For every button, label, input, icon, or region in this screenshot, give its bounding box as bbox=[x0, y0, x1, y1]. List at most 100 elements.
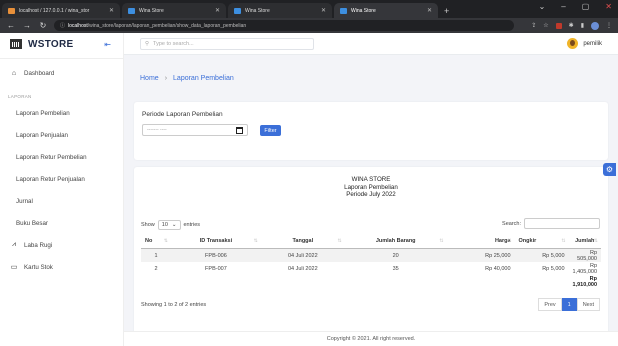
sidebar-item-dashboard[interactable]: ⌂ Dashboard bbox=[0, 62, 123, 84]
period-month-input[interactable]: ------- ---- bbox=[142, 124, 248, 136]
sidebar-item-laba-rugi[interactable]: ⩘ Laba Rugi bbox=[0, 234, 123, 256]
sort-icon: ⇅ bbox=[593, 238, 598, 244]
search-icon: ⚲ bbox=[145, 40, 150, 47]
close-tab-icon[interactable]: ✕ bbox=[109, 7, 114, 14]
sidepanel-icon[interactable]: ▮ bbox=[581, 22, 584, 29]
sidebar-item-jurnal[interactable]: Jurnal bbox=[0, 190, 123, 212]
back-icon[interactable]: ← bbox=[6, 21, 16, 30]
col-harga[interactable]: Harga ⇅ bbox=[446, 234, 515, 249]
report-period: Periode July 2022 bbox=[346, 191, 396, 198]
share-icon[interactable]: ⇪ bbox=[531, 22, 536, 29]
sort-icon: ⇅ bbox=[253, 238, 258, 244]
browser-tab-wina-store-2[interactable]: Wina Store ✕ bbox=[228, 3, 332, 18]
menu-icon[interactable]: ⋮ bbox=[606, 22, 612, 29]
minimize-icon[interactable]: – bbox=[561, 2, 565, 11]
maximize-icon[interactable]: ▢ bbox=[582, 2, 590, 11]
browser-tab-wina-store-active[interactable]: Wina Store ✕ bbox=[334, 3, 438, 18]
filter-card: Periode Laporan Pembelian ------- ---- F… bbox=[134, 102, 608, 160]
table-total-row: Rp 1,910,000 bbox=[141, 275, 601, 289]
browser-tab-phpmyadmin[interactable]: localhost / 127.0.0.1 / wina_stor ✕ bbox=[2, 3, 120, 18]
chevron-right-icon: › bbox=[164, 75, 168, 82]
divider bbox=[0, 58, 123, 59]
avatar bbox=[567, 38, 579, 49]
table-info: Showing 1 to 2 of 2 entries bbox=[141, 302, 207, 308]
table-search-input[interactable] bbox=[524, 218, 600, 229]
wina-store-favicon-icon bbox=[128, 7, 135, 14]
table-search: Search: bbox=[502, 218, 600, 229]
breadcrumb-current: Laporan Pembelian bbox=[173, 75, 234, 82]
table-row: 1 FPB-006 04 Juli 2022 20 Rp 25,000 Rp 5… bbox=[141, 248, 601, 262]
entries-select[interactable]: 10 ⌄ bbox=[157, 220, 181, 230]
col-id-transaksi[interactable]: ID Transaksi ⇅ bbox=[170, 234, 261, 249]
username: pemilik bbox=[583, 40, 602, 47]
filter-button[interactable]: Filter bbox=[260, 125, 281, 136]
store-logo-icon bbox=[10, 39, 22, 49]
sidebar-item-buku-besar[interactable]: Buku Besar bbox=[0, 212, 123, 234]
sort-icon: ⇅ bbox=[561, 238, 566, 244]
report-store: WINA STORE bbox=[351, 176, 391, 183]
sidebar-item-kartu-stok[interactable]: ▭ Kartu Stok bbox=[0, 256, 123, 278]
sidebar-item-laporan-retur-penjualan[interactable]: Laporan Retur Penjualan bbox=[0, 168, 123, 190]
footer: Copyright © 2021. All right reserved. bbox=[124, 331, 618, 346]
sidebar-toggle-icon[interactable]: ⇤ bbox=[104, 40, 111, 49]
col-no[interactable]: No ⇅ bbox=[141, 234, 171, 249]
breadcrumb-home[interactable]: Home bbox=[140, 75, 159, 82]
pagination-prev[interactable]: Prev bbox=[538, 298, 562, 311]
browser-toolbar: ← → ↻ ⓘ localhost/wina_store/laporan/lap… bbox=[0, 18, 618, 33]
brand-name: WSTORE bbox=[28, 38, 74, 50]
close-tab-icon[interactable]: ✕ bbox=[215, 7, 220, 14]
wina-store-favicon-icon bbox=[234, 7, 241, 14]
pagination: Prev 1 Next bbox=[538, 298, 600, 311]
report-table: No ⇅ ID Transaksi ⇅ Tanggal ⇅ Jumlah Barang… bbox=[141, 234, 601, 289]
chart-line-icon: ⩘ bbox=[12, 241, 16, 248]
table-total: Rp 1,910,000 bbox=[572, 276, 597, 288]
wina-store-favicon-icon bbox=[340, 7, 347, 14]
sidebar-item-laporan-retur-pembelian[interactable]: Laporan Retur Pembelian bbox=[0, 146, 123, 168]
pagination-next[interactable]: Next bbox=[576, 298, 600, 311]
sort-icon: ⇅ bbox=[163, 238, 168, 244]
info-icon[interactable]: ⓘ bbox=[60, 22, 65, 29]
url-path: /wina_store/laporan/laporan_pembelian/sh… bbox=[87, 22, 247, 29]
chevron-down-icon: ⌄ bbox=[171, 222, 177, 228]
close-window-icon[interactable]: ✕ bbox=[605, 2, 612, 11]
table-header-row: No ⇅ ID Transaksi ⇅ Tanggal ⇅ Jumlah Barang… bbox=[141, 234, 601, 249]
sidebar: WSTORE ⇤ ⌂ Dashboard LAPORAN Laporan Pem… bbox=[0, 33, 124, 346]
close-tab-icon[interactable]: ✕ bbox=[321, 7, 326, 14]
report-name: Laporan Pembelian bbox=[344, 183, 398, 191]
sort-icon: ⇅ bbox=[507, 238, 512, 244]
browser-tab-wina-store-1[interactable]: Wina Store ✕ bbox=[122, 3, 226, 18]
card-icon: ▭ bbox=[10, 264, 18, 271]
gear-icon[interactable]: ⚙ bbox=[603, 163, 616, 176]
search-input[interactable]: ⚲ Type to search... bbox=[140, 37, 314, 50]
forward-icon[interactable]: → bbox=[22, 21, 32, 30]
user-menu[interactable]: pemilik bbox=[567, 38, 602, 49]
sidebar-item-laporan-pembelian[interactable]: Laporan Pembelian bbox=[0, 102, 123, 124]
star-icon[interactable]: ☆ bbox=[543, 22, 548, 29]
sidebar-section-laporan: LAPORAN bbox=[8, 93, 32, 99]
report-card: WINA STORE Laporan Pembelian Periode Jul… bbox=[134, 167, 608, 335]
address-bar[interactable]: ⓘ localhost/wina_store/laporan/laporan_p… bbox=[54, 20, 514, 31]
sort-icon: ⇅ bbox=[337, 238, 342, 244]
sort-icon: ⇅ bbox=[439, 238, 444, 244]
topbar: ⚲ Type to search... pemilik bbox=[124, 33, 618, 55]
sidebar-item-laporan-penjualan[interactable]: Laporan Penjualan bbox=[0, 124, 123, 146]
brand: WSTORE ⇤ bbox=[0, 33, 123, 55]
col-ongkir[interactable]: Ongkir ⇅ bbox=[514, 234, 569, 249]
url-host: localhost bbox=[68, 22, 88, 29]
col-jumlah[interactable]: Jumlah ⇅ bbox=[568, 234, 601, 249]
window-controls: ⌄ – ▢ ✕ bbox=[539, 2, 612, 11]
new-tab-button[interactable]: + bbox=[444, 3, 449, 18]
pagination-page-1[interactable]: 1 bbox=[561, 298, 577, 311]
calendar-icon[interactable] bbox=[236, 126, 243, 134]
home-icon: ⌂ bbox=[11, 69, 17, 77]
chevron-down-icon[interactable]: ⌄ bbox=[539, 2, 546, 11]
close-tab-icon[interactable]: ✕ bbox=[427, 7, 432, 14]
toolbar-icons: ⇪ ☆ ✱ ▮ ⋮ bbox=[531, 21, 612, 30]
profile-icon[interactable] bbox=[591, 21, 599, 30]
col-tanggal[interactable]: Tanggal ⇅ bbox=[260, 234, 345, 249]
puzzle-icon[interactable]: ✱ bbox=[569, 22, 574, 29]
extension-icon[interactable] bbox=[555, 22, 562, 29]
phpmyadmin-favicon-icon bbox=[8, 7, 15, 14]
col-jumlah-barang[interactable]: Jumlah Barang ⇅ bbox=[344, 234, 447, 249]
reload-icon[interactable]: ↻ bbox=[38, 21, 48, 30]
